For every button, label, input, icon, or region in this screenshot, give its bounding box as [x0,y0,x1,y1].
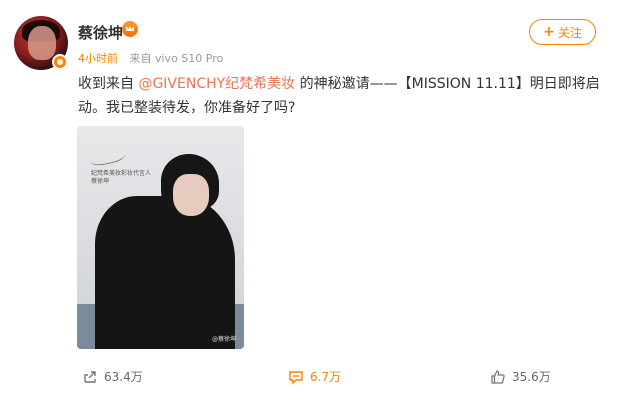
post-source: 来自 vivo S10 Pro [129,52,224,65]
vip-badge-icon [52,54,68,70]
image-caption: 纪梵希美妆彩妆代言人 蔡徐坤 [91,170,151,186]
comment-button[interactable]: 6.7万 [288,368,341,385]
username[interactable]: 蔡徐坤 [78,22,123,43]
share-button[interactable]: 63.4万 [82,368,143,385]
post-image[interactable]: 纪梵希美妆彩妆代言人 蔡徐坤 @蔡徐坤 [77,126,244,349]
mention-link[interactable]: @GIVENCHY纪梵希美妆 [138,76,295,92]
image-caption-line2: 蔡徐坤 [91,178,110,185]
post-text-part1: 收到来自 [78,76,134,92]
post-meta: 4小时前 来自 vivo S10 Pro [78,50,223,66]
image-figure-face [173,174,209,216]
post-time[interactable]: 4小时前 [78,52,118,65]
comment-icon [288,369,304,385]
share-count: 63.4万 [104,370,143,384]
image-caption-line1: 纪梵希美妆彩妆代言人 [91,170,152,177]
like-button[interactable]: 35.6万 [490,368,551,385]
plus-icon: + [543,24,555,40]
comment-count: 6.7万 [310,370,342,384]
image-watermark: @蔡徐坤 [211,336,236,343]
like-icon [490,369,506,385]
share-icon [82,369,98,385]
signature-mark [87,144,127,168]
follow-button[interactable]: + 关注 [529,19,596,45]
follow-label: 关注 [557,25,582,40]
post-text: 收到来自 @GIVENCHY纪梵希美妆 的神秘邀请——【MISSION 11.1… [78,72,608,120]
crown-badge-icon [122,21,138,37]
image-figure-body [95,196,235,349]
like-count: 35.6万 [512,370,551,384]
action-bar: 63.4万 6.7万 35.6万 [0,366,636,392]
avatar-face [28,26,56,60]
